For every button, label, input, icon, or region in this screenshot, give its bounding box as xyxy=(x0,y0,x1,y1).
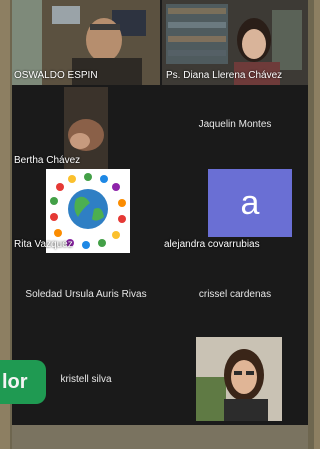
participant-tile-crissel[interactable]: crissel cardenas xyxy=(162,254,308,336)
avatar: a xyxy=(208,169,292,237)
participant-name: Rita Vazquez xyxy=(14,239,73,250)
video-feed xyxy=(162,337,308,421)
participant-name: alejandra covarrubias xyxy=(164,239,260,250)
side-overlay-chip[interactable]: lor xyxy=(0,360,46,404)
participant-name: crissel cardenas xyxy=(198,289,272,300)
bottom-bar xyxy=(12,425,308,449)
participant-tile-diana[interactable]: Ps. Diana Llerena Chávez xyxy=(162,0,308,85)
participant-tile-bertha[interactable]: Bertha Chávez xyxy=(12,87,160,169)
participant-name: Ps. Diana Llerena Chávez xyxy=(166,70,283,81)
participant-name: Bertha Chávez xyxy=(14,155,81,166)
participant-name: OSWALDO ESPIN xyxy=(14,70,98,81)
participant-tile-jaquelin[interactable]: Jaquelin Montes xyxy=(162,87,308,169)
participant-name: Jaquelin Montes xyxy=(198,119,272,130)
participant-tile-soledad[interactable]: Soledad Ursula Auris Rivas xyxy=(12,254,160,336)
participant-tile-oswaldo[interactable]: OSWALDO ESPIN xyxy=(12,0,160,85)
video-grid: OSWALDO ESPIN Ps. Diana Llerena Chávez B… xyxy=(12,0,308,425)
participant-name: Soledad Ursula Auris Rivas xyxy=(25,289,147,300)
participant-tile-alejandra[interactable]: a alejandra covarrubias xyxy=(162,169,308,253)
participant-tile-video[interactable] xyxy=(162,337,308,421)
participant-tile-rita[interactable]: Rita Vazquez xyxy=(12,169,160,253)
